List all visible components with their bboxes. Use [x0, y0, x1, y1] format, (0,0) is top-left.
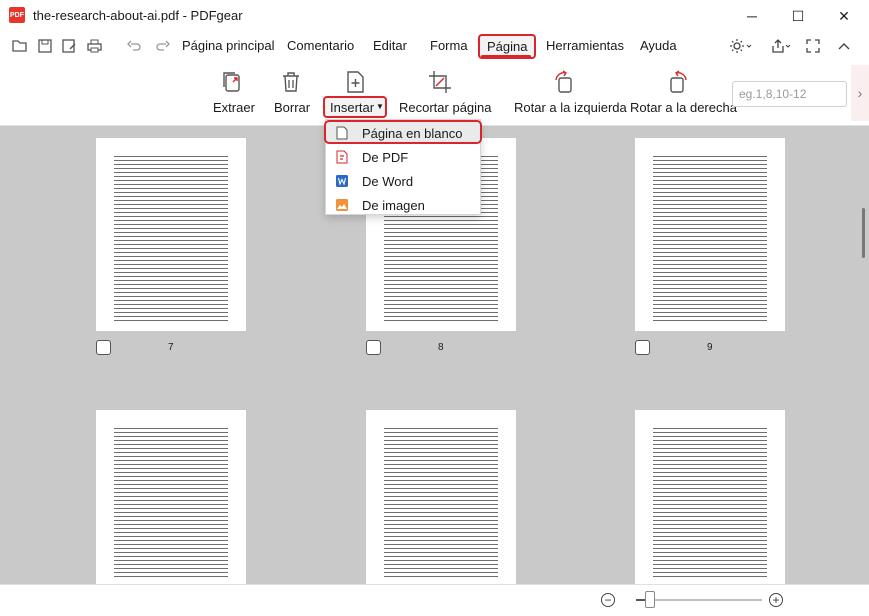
page-text-lines — [653, 428, 767, 580]
title-bar: PDF the-research-about-ai.pdf - PDFgear … — [0, 0, 869, 32]
page-thumbnail[interactable] — [635, 410, 785, 584]
active-menu-indicator — [481, 55, 531, 58]
caret-down-icon: ▼ — [376, 102, 384, 111]
undo-icon[interactable] — [126, 38, 142, 54]
insert-blank-page-item[interactable]: Página en blanco — [324, 120, 482, 144]
extract-icon[interactable] — [220, 70, 244, 94]
image-file-icon — [336, 199, 348, 211]
word-file-icon — [336, 175, 348, 187]
insert-from-word-item[interactable]: De Word — [326, 170, 480, 192]
rotate-left-button[interactable]: Rotar a la izquierda — [514, 100, 627, 115]
page-number: 9 — [707, 342, 713, 353]
menu-comentario[interactable]: Comentario — [287, 38, 354, 53]
rotate-right-button[interactable]: Rotar a la derecha — [630, 100, 737, 115]
maximize-button[interactable]: ☐ — [775, 0, 821, 32]
insert-from-image-item[interactable]: De imagen — [326, 194, 480, 216]
page-range-input[interactable] — [732, 81, 847, 107]
minimize-button[interactable]: ─ — [729, 0, 775, 32]
page-select-checkbox[interactable] — [635, 340, 650, 355]
pdf-app-icon: PDF — [9, 7, 25, 23]
rotate-right-icon[interactable] — [666, 70, 690, 94]
zoom-slider-thumb[interactable] — [645, 591, 655, 608]
insert-blank-page-label: Página en blanco — [362, 126, 463, 141]
page-thumbnail[interactable] — [366, 410, 516, 584]
crop-icon[interactable] — [428, 70, 452, 94]
pdf-file-icon — [336, 150, 348, 164]
status-bar: − + — [0, 584, 869, 616]
save-as-icon[interactable] — [61, 38, 77, 54]
page-thumbnail[interactable] — [96, 410, 246, 584]
menu-bar: Página principal Comentario Editar Forma… — [0, 32, 869, 60]
extract-button[interactable]: Extraer — [213, 100, 255, 115]
close-button[interactable]: ✕ — [821, 0, 867, 32]
menu-editar[interactable]: Editar — [373, 38, 407, 53]
trash-icon[interactable] — [279, 70, 303, 94]
redo-icon[interactable] — [155, 38, 171, 54]
insert-from-pdf-item[interactable]: De PDF — [326, 146, 480, 168]
rotate-left-icon[interactable] — [552, 70, 576, 94]
zoom-out-button[interactable]: − — [601, 593, 615, 607]
menu-pagina-principal[interactable]: Página principal — [182, 38, 275, 53]
insert-page-icon[interactable] — [343, 70, 367, 94]
insert-button-label: Insertar — [330, 100, 375, 115]
page-text-lines — [384, 428, 498, 580]
page-number: 7 — [168, 342, 174, 353]
print-icon[interactable] — [86, 38, 102, 54]
delete-button[interactable]: Borrar — [274, 100, 310, 115]
insert-dropdown-menu: Página en blanco De PDF De Word De image… — [324, 119, 482, 216]
window-title: the-research-about-ai.pdf - PDFgear — [33, 8, 243, 23]
page-thumbnail[interactable] — [635, 138, 785, 331]
page-text-lines — [114, 428, 228, 580]
menu-forma[interactable]: Forma — [430, 38, 468, 53]
page-thumbnail[interactable] — [96, 138, 246, 331]
menu-herramientas[interactable]: Herramientas — [546, 38, 624, 53]
brightness-icon[interactable] — [728, 38, 754, 54]
page-number: 8 — [438, 342, 444, 353]
insert-from-word-label: De Word — [362, 174, 414, 189]
ribbon-scroll-right-icon[interactable]: › — [851, 65, 869, 121]
blank-page-icon — [336, 126, 348, 140]
share-icon[interactable] — [770, 38, 792, 54]
page-select-checkbox[interactable] — [96, 340, 111, 355]
page-ribbon: Extraer Borrar Insertar ▼ Recortar págin… — [0, 60, 869, 126]
insert-from-pdf-label: De PDF — [362, 150, 409, 165]
folder-open-icon[interactable] — [12, 38, 28, 54]
crop-page-button[interactable]: Recortar página — [399, 100, 492, 115]
fullscreen-icon[interactable] — [805, 38, 821, 54]
page-select-checkbox[interactable] — [366, 340, 381, 355]
zoom-in-button[interactable]: + — [769, 593, 783, 607]
vertical-scrollbar[interactable] — [862, 208, 865, 258]
zoom-slider[interactable] — [636, 591, 762, 608]
collapse-ribbon-icon[interactable] — [836, 38, 852, 54]
menu-ayuda[interactable]: Ayuda — [640, 38, 677, 53]
save-icon[interactable] — [37, 38, 53, 54]
page-text-lines — [653, 156, 767, 321]
page-text-lines — [114, 156, 228, 321]
insert-from-image-label: De imagen — [362, 198, 425, 213]
